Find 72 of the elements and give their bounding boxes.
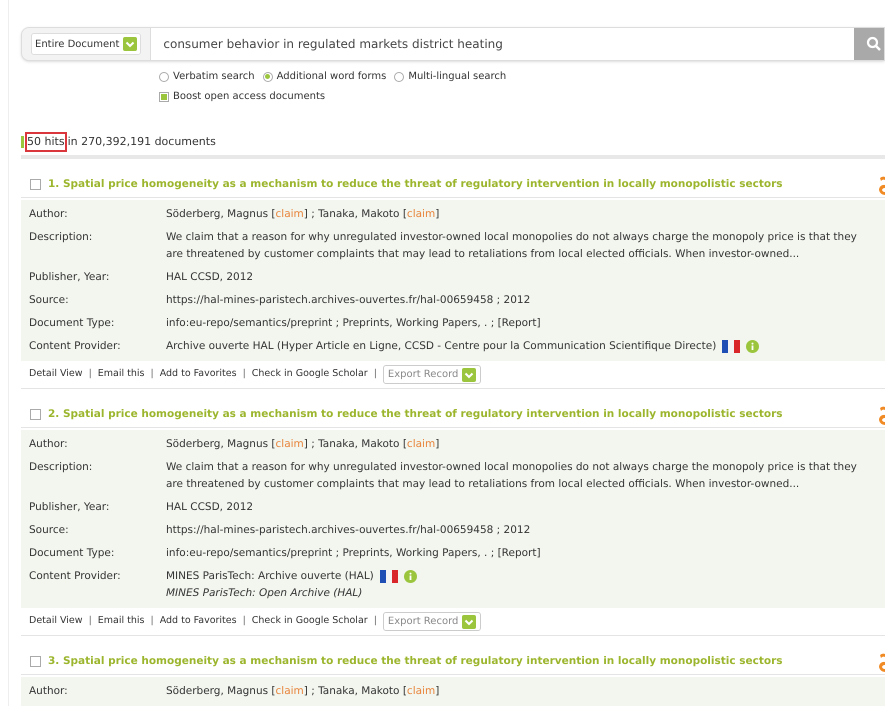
separator: | — [242, 614, 246, 628]
separator: | — [374, 367, 377, 382]
action-link[interactable]: Add to Favorites — [160, 614, 237, 629]
field-value: HAL CCSD, 2012 — [166, 271, 254, 283]
flag-icon — [380, 570, 398, 583]
scope-dropdown[interactable]: Entire Document — [31, 33, 142, 55]
field-label: Document Type: — [29, 316, 116, 331]
field-value: We claim that a reason for why unregulated investor-owned local monopolies do not always charge the monopoly price is that they are threatened by customer complaints that may lead to retaliations from local elected officials. When investor-owned... — [166, 231, 857, 260]
action-link[interactable]: Detail View — [29, 367, 83, 382]
field-label: Description: — [29, 460, 94, 475]
select-checkbox[interactable] — [30, 409, 41, 420]
action-link[interactable]: Email this — [98, 367, 144, 382]
field-value: info:eu-repo/semantics/preprint ; Preprints, Working Papers, . ; [Report] — [166, 547, 541, 559]
checkbox[interactable] — [159, 92, 169, 102]
radio-button[interactable] — [394, 72, 404, 82]
separator: | — [88, 367, 92, 382]
field-label: Content Provider: — [29, 339, 122, 354]
open-access-icon — [876, 176, 885, 196]
boost-option[interactable]: Boost open access documents — [159, 89, 885, 104]
select-checkbox[interactable] — [30, 656, 41, 667]
radio-button[interactable] — [159, 72, 169, 82]
export-button[interactable]: Export Record — [382, 365, 482, 384]
field-value: https://hal-mines-paristech.archives-ouvertes.fr/hal-00659458 ; 2012 — [166, 294, 530, 306]
search-option[interactable]: Additional word forms — [262, 69, 386, 84]
hit-count: 50 hits — [27, 134, 65, 150]
field-label: Document Type: — [29, 546, 116, 561]
field-label: Source: — [29, 523, 70, 538]
author-line: Söderberg, Magnus [claim] ; Tanaka, Makoto [claim] — [166, 438, 440, 450]
field-label: Content Provider: — [29, 569, 122, 584]
field-label: Author: — [29, 207, 69, 222]
author-line: Söderberg, Magnus [claim] ; Tanaka, Makoto [claim] — [166, 685, 440, 697]
action-link[interactable]: Check in Google Scholar — [252, 614, 368, 629]
search-option[interactable]: Verbatim search — [159, 69, 255, 84]
field-label: Publisher, Year: — [29, 500, 110, 515]
action-link[interactable]: Add to Favorites — [160, 367, 237, 382]
field-value: We claim that a reason for why unregulated investor-owned local monopolies do not always charge the monopoly price is that they are threatened by customer complaints that may lead to retaliations from local elected officials. When investor-owned... — [166, 461, 857, 490]
caret-icon — [123, 37, 138, 51]
search-option[interactable]: Multi-lingual search — [394, 69, 506, 84]
field-label: Publisher, Year: — [29, 270, 110, 285]
open-access-icon — [876, 653, 885, 673]
author-line: Söderberg, Magnus [claim] ; Tanaka, Makoto [claim] — [166, 208, 440, 220]
info-icon[interactable] — [746, 340, 760, 353]
field-value: https://hal-mines-paristech.archives-ouvertes.fr/hal-00659458 ; 2012 — [166, 524, 530, 536]
search-icon — [866, 36, 882, 52]
field-value: info:eu-repo/semantics/preprint ; Preprints, Working Papers, . ; [Report] — [166, 317, 541, 329]
flag-icon — [722, 340, 740, 353]
hit-summary: in 270,392,191 documents — [68, 134, 216, 150]
field-value: MINES ParisTech: Archive ouverte (HAL) — [166, 569, 374, 584]
caret-icon — [462, 614, 476, 628]
search-field[interactable]: consumer behavior in regulated markets district heating — [150, 28, 854, 60]
separator: | — [374, 614, 377, 628]
action-link[interactable]: Check in Google Scholar — [252, 367, 368, 382]
separator: | — [88, 614, 92, 628]
field-label: Source: — [29, 293, 70, 308]
action-link[interactable]: Detail View — [29, 614, 83, 629]
field-value: HAL CCSD, 2012 — [166, 501, 254, 513]
field-value: Archive ouverte HAL (Hyper Article en Ligne, CCSD - Centre pour la Communication Scientifique Directe) — [166, 339, 716, 354]
field-label: Author: — [29, 437, 69, 452]
field-label: Author: — [29, 684, 69, 699]
caret-icon — [462, 368, 476, 382]
select-checkbox[interactable] — [30, 179, 41, 190]
separator: | — [242, 367, 246, 382]
open-access-icon — [876, 406, 885, 426]
info-icon[interactable] — [404, 570, 417, 583]
action-link[interactable]: Email this — [98, 614, 144, 629]
separator: | — [150, 367, 154, 382]
separator: | — [150, 614, 154, 628]
search-button[interactable] — [854, 28, 884, 60]
field-label: Description: — [29, 230, 94, 245]
export-button[interactable]: Export Record — [382, 612, 482, 631]
radio-button[interactable] — [262, 72, 273, 82]
field-translation: MINES ParisTech: Open Archive (HAL) — [166, 586, 364, 601]
